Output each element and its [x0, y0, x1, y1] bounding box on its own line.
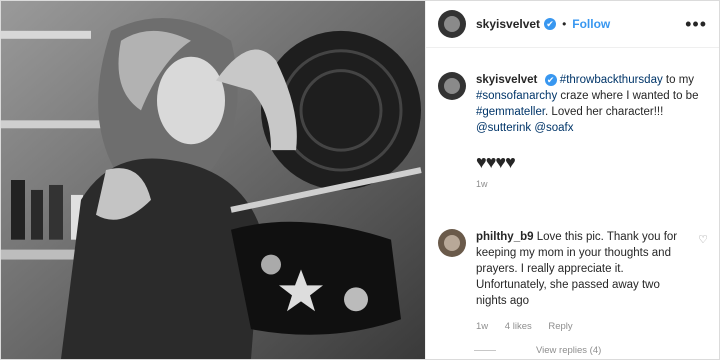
mention-link[interactable]: @soafx	[534, 122, 573, 134]
caption-segment: . Loved her character!!!	[545, 106, 664, 118]
avatar[interactable]	[438, 10, 466, 38]
caption-timestamp[interactable]: 1w	[476, 176, 706, 192]
verified-badge-icon: ✔	[544, 18, 557, 30]
photo-image	[1, 1, 425, 359]
comment-meta: 1w 4 likes Reply	[476, 319, 686, 335]
hashtag-link[interactable]: #throwbackthursday	[560, 74, 663, 86]
caption-verified-icon: ✔	[544, 74, 557, 86]
follow-button[interactable]: Follow	[572, 17, 610, 31]
caption-avatar[interactable]	[438, 72, 466, 100]
comment-likes[interactable]: 4 likes	[505, 321, 532, 332]
hearts-emoji: ♥♥♥♥	[476, 152, 516, 172]
separator-dot: •	[562, 17, 567, 31]
header-username[interactable]: skyisvelvet	[476, 17, 540, 31]
comment-time[interactable]: 1w	[476, 321, 488, 332]
view-replies-label: View replies (4)	[536, 345, 602, 356]
mention-link[interactable]: @sutterink	[476, 122, 531, 134]
comment-username[interactable]: philthy_b9	[476, 231, 534, 243]
caption: skyisvelvet ✔ #throwbackthursday to my #…	[426, 48, 719, 192]
caption-segment: to my	[662, 74, 695, 86]
hashtag-link[interactable]: #sonsofanarchy	[476, 90, 557, 102]
more-options-icon[interactable]: •••	[685, 14, 707, 35]
post-header: skyisvelvet ✔ • Follow •••	[426, 1, 719, 48]
comment: philthy_b9 Love this pic. Thank you for …	[438, 229, 708, 335]
instagram-post: skyisvelvet ✔ • Follow ••• skyisvelvet ✔…	[0, 0, 720, 360]
hashtag-link[interactable]: #gemmateller	[476, 106, 545, 118]
caption-text: skyisvelvet ✔ #throwbackthursday to my #…	[476, 72, 706, 192]
view-replies-button[interactable]: View replies (4)	[474, 345, 601, 356]
caption-username[interactable]: skyisvelvet	[476, 74, 537, 86]
comment-body: philthy_b9 Love this pic. Thank you for …	[476, 229, 686, 335]
post-sidebar: skyisvelvet ✔ • Follow ••• skyisvelvet ✔…	[425, 1, 719, 359]
divider-line	[474, 350, 496, 351]
comment-avatar[interactable]	[438, 229, 466, 257]
caption-segment: craze where I wanted to be	[557, 90, 699, 102]
reply-button[interactable]: Reply	[548, 321, 572, 332]
post-photo[interactable]	[1, 1, 425, 359]
heart-outline-icon[interactable]: ♡	[698, 233, 708, 246]
